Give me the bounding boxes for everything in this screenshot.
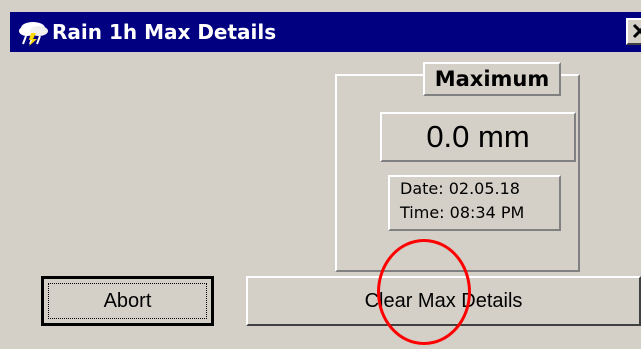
clear-max-details-button[interactable]: Clear Max Details <box>246 276 641 326</box>
timestamp-box: Date: 02.05.18 Time: 08:34 PM <box>388 175 561 231</box>
date-text: Date: 02.05.18 <box>400 179 520 198</box>
time-text: Time: 08:34 PM <box>400 203 525 222</box>
window-title: Rain 1h Max Details <box>52 20 277 44</box>
close-button[interactable] <box>626 18 641 45</box>
maximum-group-box <box>335 74 580 272</box>
dialog-body: Maximum 0.0 mm Date: 02.05.18 Time: 08:3… <box>10 52 641 349</box>
rain-cloud-icon <box>18 19 50 46</box>
maximum-value: 0.0 mm <box>380 112 576 162</box>
clear-button-label: Clear Max Details <box>364 290 523 312</box>
rain-max-details-window: Rain 1h Max Details Maximum 0.0 mm Date:… <box>0 0 641 349</box>
abort-button[interactable]: Abort <box>41 276 214 326</box>
title-bar[interactable]: Rain 1h Max Details <box>10 12 641 52</box>
focus-rectangle <box>48 283 207 319</box>
maximum-label: Maximum <box>423 62 561 96</box>
